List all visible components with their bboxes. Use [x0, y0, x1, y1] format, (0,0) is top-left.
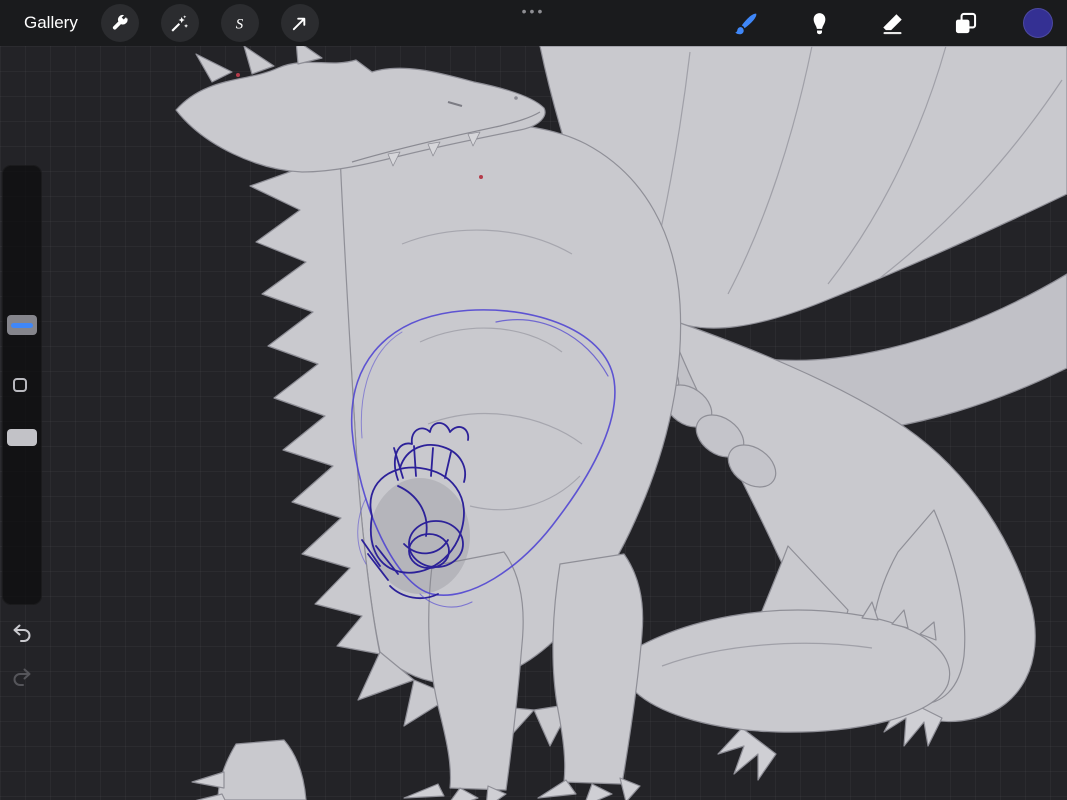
drawing-canvas[interactable]: [0, 46, 1067, 800]
color-swatch-button[interactable]: [1023, 8, 1053, 38]
paint-tool-button[interactable]: [731, 8, 761, 38]
brush-icon: [733, 10, 760, 37]
eraser-icon: [879, 10, 906, 37]
layers-tool-button[interactable]: [950, 8, 980, 38]
dragon-artwork: [175, 46, 1067, 800]
magic-wand-icon: [169, 13, 190, 34]
opacity-slider-handle[interactable]: [7, 429, 37, 446]
top-toolbar: Gallery S •••: [0, 0, 1067, 46]
undo-button[interactable]: [10, 621, 34, 645]
smudge-tool-button[interactable]: [804, 8, 834, 38]
dragon-tail: [618, 609, 951, 733]
paint-tools-group: [731, 0, 1067, 46]
wrench-icon: [109, 13, 130, 34]
transform-button[interactable]: [280, 4, 319, 42]
modify-button[interactable]: [13, 378, 27, 392]
redo-button[interactable]: [10, 665, 34, 689]
gallery-button[interactable]: Gallery: [24, 13, 78, 33]
brush-size-slider-handle[interactable]: [7, 315, 37, 335]
brush-size-indicator: [11, 322, 33, 328]
erase-tool-button[interactable]: [877, 8, 907, 38]
redo-icon: [10, 665, 34, 689]
smudge-finger-icon: [806, 10, 833, 37]
canvas-overflow-dots[interactable]: •••: [522, 3, 546, 19]
brush-sidebar[interactable]: [2, 165, 42, 605]
undo-icon: [10, 621, 34, 645]
transform-arrow-icon: [289, 13, 310, 34]
adjustments-button[interactable]: [160, 4, 199, 42]
actions-button[interactable]: [100, 4, 139, 42]
svg-text:S: S: [236, 16, 244, 32]
selection-s-icon: S: [229, 13, 250, 34]
layers-icon: [952, 10, 979, 37]
selection-button[interactable]: S: [220, 4, 259, 42]
